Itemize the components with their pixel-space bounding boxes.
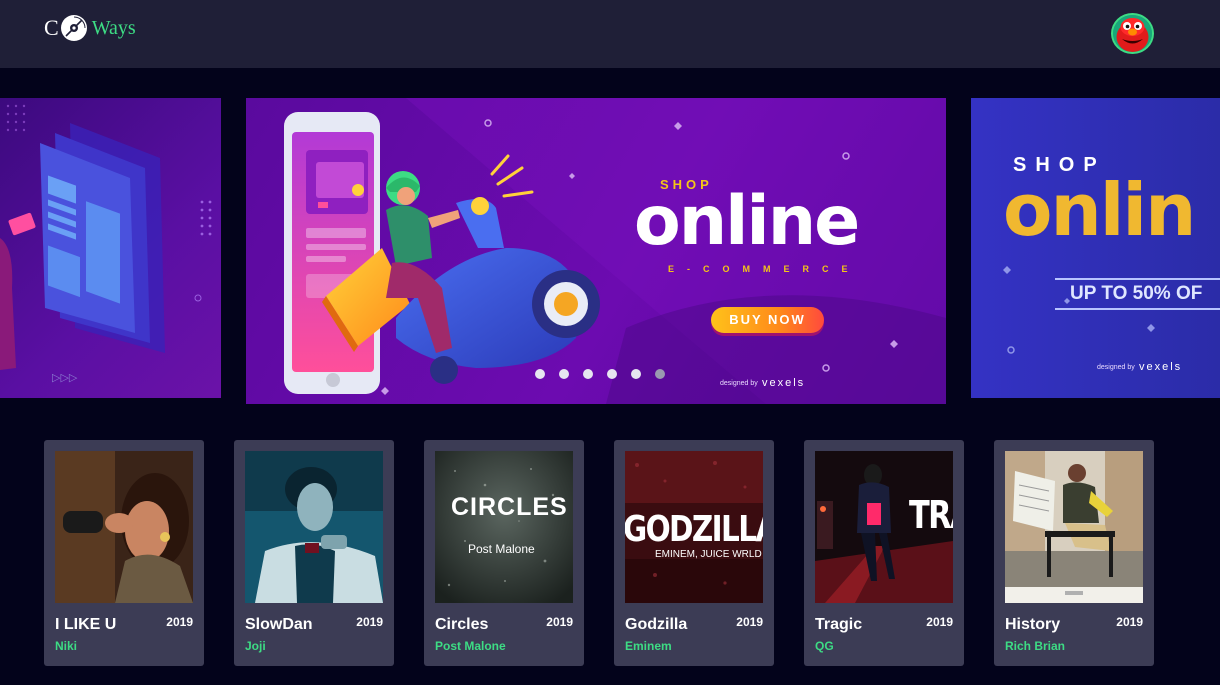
right-banner-designed-by: designed by xyxy=(1097,364,1135,371)
banner-designed-by: designed by xyxy=(720,380,758,387)
album-cover: TRA xyxy=(815,451,953,603)
carousel-slide-previous[interactable]: ▷▷▷ xyxy=(0,98,221,398)
album-card[interactable]: GODZILLA EMINEM, JUICE WRLD Godzilla 201… xyxy=(614,440,774,666)
album-art-image xyxy=(55,451,193,603)
album-artist: Eminem xyxy=(625,639,672,653)
album-cover-title: TRA xyxy=(909,493,953,537)
album-year: 2019 xyxy=(546,615,573,629)
album-cover-subtitle: Post Malone xyxy=(468,542,535,556)
album-artist: Rich Brian xyxy=(1005,639,1066,653)
album-cover-title: GODZILLA xyxy=(625,509,763,550)
album-title: History xyxy=(1005,616,1061,633)
carousel-dot-1[interactable] xyxy=(535,369,545,379)
banner-vexels-logo: vexels xyxy=(762,377,806,389)
carousel-dot-5[interactable] xyxy=(631,369,641,379)
album-cover xyxy=(55,451,193,603)
right-banner-online-title: onlin xyxy=(1003,168,1196,252)
svg-text:▷▷▷: ▷▷▷ xyxy=(52,372,78,384)
album-cover: CIRCLES Post Malone xyxy=(435,451,573,603)
banner-ecommerce-label: E-COMMERCE xyxy=(668,264,861,274)
album-year: 2019 xyxy=(736,615,763,629)
user-avatar[interactable] xyxy=(1111,13,1154,54)
album-title: I LIKE U xyxy=(55,616,117,633)
slide-illustration: ▷▷▷ xyxy=(0,104,212,384)
album-card[interactable]: SlowDan 2019 Joji xyxy=(234,440,394,666)
carousel-dot-3[interactable] xyxy=(583,369,593,379)
album-cover-title: CIRCLES xyxy=(451,493,568,521)
right-banner-vexels-logo: vexels xyxy=(1139,361,1183,373)
album-cover xyxy=(1005,451,1143,603)
album-card[interactable]: CIRCLES Post Malone Circles 2019 Post Ma… xyxy=(424,440,584,666)
album-artist: Niki xyxy=(55,639,78,653)
logo-letter: C xyxy=(44,15,59,40)
album-artist: Joji xyxy=(245,639,266,653)
user-avatar-icon xyxy=(1113,15,1152,52)
album-year: 2019 xyxy=(356,615,383,629)
banner-online-title: online xyxy=(634,182,860,261)
album-card[interactable]: TRA Tragic 2019 QG xyxy=(804,440,964,666)
album-card[interactable]: I LIKE U 2019 Niki xyxy=(44,440,204,666)
album-art-image xyxy=(245,451,383,603)
album-cover xyxy=(245,451,383,603)
vinyl-disc-icon xyxy=(60,15,87,41)
logo-text: Ways xyxy=(91,16,136,39)
album-year: 2019 xyxy=(1116,615,1143,629)
buy-now-button[interactable]: BUY NOW xyxy=(711,307,824,333)
album-art-image xyxy=(1005,451,1143,603)
album-cover-subtitle: EMINEM, JUICE WRLD xyxy=(655,549,762,560)
carousel-dot-2[interactable] xyxy=(559,369,569,379)
carousel-slide-active[interactable]: SHOP online E-COMMERCE BUY NOW designed … xyxy=(246,98,946,404)
carousel-dot-6[interactable] xyxy=(655,369,665,379)
album-artist: Post Malone xyxy=(435,639,506,653)
album-title: SlowDan xyxy=(245,616,313,633)
brand-logo[interactable]: C Ways xyxy=(44,13,136,43)
top-navbar: C Ways xyxy=(0,0,1220,68)
carousel-indicators xyxy=(535,369,665,379)
album-cover: GODZILLA EMINEM, JUICE WRLD xyxy=(625,451,763,603)
album-artist: QG xyxy=(815,639,834,653)
right-banner-offer-text: UP TO 50% OF xyxy=(1055,278,1220,310)
album-year: 2019 xyxy=(166,615,193,629)
album-title: Godzilla xyxy=(625,616,688,633)
album-title: Circles xyxy=(435,616,489,633)
album-title: Tragic xyxy=(815,616,863,633)
carousel-dot-4[interactable] xyxy=(607,369,617,379)
album-art-image xyxy=(435,451,573,603)
album-card[interactable]: History 2019 Rich Brian xyxy=(994,440,1154,666)
carousel-slide-next[interactable]: SHOP onlin designed by vexels xyxy=(971,98,1220,398)
album-year: 2019 xyxy=(926,615,953,629)
